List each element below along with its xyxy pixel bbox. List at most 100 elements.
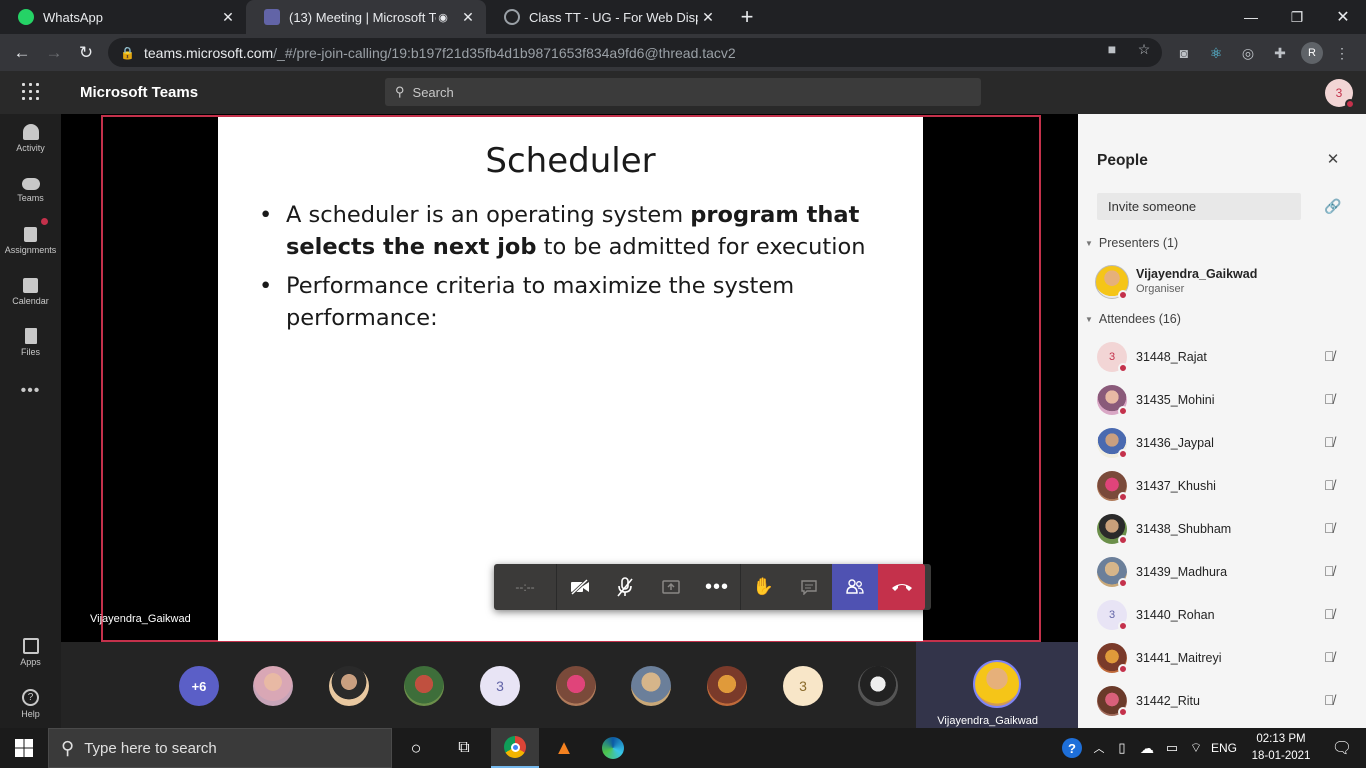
participant-avatar[interactable]: [858, 666, 898, 706]
status-busy-indicator: [1118, 406, 1128, 416]
rail-item-apps[interactable]: Apps: [0, 638, 61, 667]
restore-button[interactable]: ❐: [1274, 0, 1320, 34]
share-screen-button[interactable]: [648, 564, 694, 610]
profile-avatar[interactable]: R: [1301, 42, 1323, 64]
participants-button[interactable]: [832, 564, 878, 610]
close-icon[interactable]: ✕: [458, 9, 478, 26]
rail-item-teams[interactable]: Teams: [0, 178, 61, 203]
attendee-item[interactable]: 31441_Maitreyi 🎙̸: [1078, 638, 1366, 678]
rail-item-assignments[interactable]: Assignments: [0, 218, 61, 255]
tab-whatsapp[interactable]: WhatsApp ✕: [0, 0, 246, 34]
cortana-icon[interactable]: ○: [392, 728, 440, 768]
back-button[interactable]: ←: [9, 40, 35, 66]
onedrive-icon[interactable]: ☁: [1134, 728, 1160, 768]
rail-item-calendar[interactable]: Calendar: [0, 278, 61, 306]
show-hidden-icons[interactable]: ︿: [1088, 728, 1110, 768]
participant-avatar[interactable]: [404, 666, 444, 706]
search-input[interactable]: ⚲ Search: [385, 78, 981, 106]
attendee-item[interactable]: 31438_Shubham 🎙̸: [1078, 509, 1366, 549]
tab-teams-meeting[interactable]: (13) Meeting | Microsoft Teams ◉ ✕: [246, 0, 486, 34]
taskbar-clock[interactable]: 02:13 PM 18-01-2021: [1250, 731, 1312, 765]
bullet-dot: •: [259, 273, 273, 299]
screenshot-icon[interactable]: ◙: [1174, 43, 1194, 63]
person-name: 31437_Khushi: [1136, 479, 1216, 493]
rail-item-activity[interactable]: Activity: [0, 124, 61, 153]
invite-input[interactable]: Invite someone: [1097, 193, 1301, 220]
raise-hand-button[interactable]: ✋: [740, 564, 786, 610]
close-icon[interactable]: ✕: [1325, 150, 1341, 168]
browser-menu-icon[interactable]: ⋮: [1332, 43, 1352, 63]
attendee-item[interactable]: 31437_Khushi 🎙̸: [1078, 466, 1366, 506]
react-devtools-icon[interactable]: ⚛: [1206, 43, 1226, 63]
start-button[interactable]: [0, 728, 48, 768]
new-tab-button[interactable]: +: [727, 0, 767, 34]
participant-avatar[interactable]: [329, 666, 369, 706]
taskbar-search-input[interactable]: ⚲ Type here to search: [48, 728, 392, 768]
record-extension-icon[interactable]: ◎: [1238, 43, 1258, 63]
edge-icon: [602, 737, 624, 759]
attendee-item[interactable]: 3 31448_Rajat 🎙̸: [1078, 337, 1366, 377]
language-indicator[interactable]: ENG: [1208, 728, 1240, 768]
windows-taskbar: ⚲ Type here to search ○ ⧉ ▲ ? ︿ ▯ ☁ ▭ ⌔ …: [0, 728, 1366, 768]
participant-avatar[interactable]: 3: [480, 666, 520, 706]
battery-icon[interactable]: ▭: [1160, 728, 1184, 768]
participant-avatar[interactable]: [253, 666, 293, 706]
rail-item-help[interactable]: ? Help: [0, 689, 61, 719]
close-window-button[interactable]: ✕: [1320, 0, 1366, 34]
camera-off-button[interactable]: [556, 564, 602, 610]
minimize-button[interactable]: —: [1228, 0, 1274, 34]
self-video-tile[interactable]: Vijayendra_Gaikwad: [916, 642, 1078, 728]
notification-center-icon[interactable]: 🗨: [1318, 728, 1366, 768]
people-panel: People ✕ Invite someone 🔗 ▼ Presenters (1…: [1078, 114, 1366, 728]
status-busy-indicator: [1118, 363, 1128, 373]
vlc-icon[interactable]: ▲: [540, 728, 588, 768]
wifi-icon[interactable]: ⌔: [1184, 728, 1208, 768]
bullet-text-regular: A scheduler is an operating system: [286, 202, 691, 228]
chat-icon: [801, 579, 817, 595]
overflow-participants-button[interactable]: +6: [179, 666, 219, 706]
camera-blocked-icon[interactable]: ■: [1102, 39, 1122, 59]
forward-button[interactable]: →: [41, 40, 67, 66]
copy-link-icon[interactable]: 🔗: [1324, 198, 1341, 215]
invite-placeholder: Invite someone: [1108, 199, 1197, 214]
status-busy-indicator: [1118, 707, 1128, 717]
url-bar[interactable]: 🔒 teams.microsoft.com/_#/pre-join-callin…: [108, 38, 1162, 67]
attendee-item[interactable]: 31439_Madhura 🎙̸: [1078, 552, 1366, 592]
user-avatar[interactable]: 3: [1325, 79, 1355, 109]
person-name: 31442_Ritu: [1136, 694, 1200, 708]
reload-button[interactable]: ↻: [73, 40, 99, 66]
chevron-down-icon: ▼: [1085, 315, 1093, 325]
tab-title: (13) Meeting | Microsoft Teams: [289, 9, 436, 25]
close-icon[interactable]: ✕: [698, 9, 718, 26]
chat-button[interactable]: [786, 564, 832, 610]
mic-off-button[interactable]: [602, 564, 648, 610]
attendee-item[interactable]: 31436_Jaypal 🎙̸: [1078, 423, 1366, 463]
participant-avatar[interactable]: [631, 666, 671, 706]
lock-icon: 🔒: [120, 45, 135, 60]
attendees-section-header[interactable]: ▼ Attendees (16): [1085, 312, 1181, 326]
bookmark-star-icon[interactable]: ☆: [1134, 39, 1154, 59]
extensions-icon[interactable]: ✚: [1270, 43, 1290, 63]
more-apps-icon[interactable]: •••: [0, 382, 61, 400]
rail-item-files[interactable]: Files: [0, 328, 61, 357]
attendee-item[interactable]: 31435_Mohini 🎙̸: [1078, 380, 1366, 420]
hang-up-button[interactable]: [878, 564, 925, 610]
presenter-item[interactable]: Vijayendra_Gaikwad Organiser: [1078, 260, 1366, 304]
tab-class-tt[interactable]: Class TT - UG - For Web Display.p ✕: [486, 0, 726, 34]
participant-avatar[interactable]: [707, 666, 747, 706]
edge-taskbar-icon[interactable]: [589, 728, 637, 768]
close-icon[interactable]: ✕: [218, 9, 238, 26]
attendee-item[interactable]: 3 31440_Rohan 🎙̸: [1078, 595, 1366, 635]
chrome-taskbar-icon[interactable]: [491, 728, 539, 768]
attendee-item[interactable]: 31442_Ritu 🎙̸: [1078, 681, 1366, 721]
device-tray-icon[interactable]: ▯: [1110, 728, 1134, 768]
help-tray-icon[interactable]: ?: [1058, 728, 1086, 768]
app-launcher-icon[interactable]: [22, 83, 40, 101]
task-view-icon[interactable]: ⧉: [440, 728, 488, 768]
participant-avatar[interactable]: [556, 666, 596, 706]
globe-icon: [504, 9, 520, 25]
rail-label: Calendar: [12, 296, 49, 306]
more-actions-button[interactable]: •••: [694, 564, 740, 610]
participant-avatar[interactable]: 3: [783, 666, 823, 706]
presenters-section-header[interactable]: ▼ Presenters (1): [1085, 236, 1178, 250]
